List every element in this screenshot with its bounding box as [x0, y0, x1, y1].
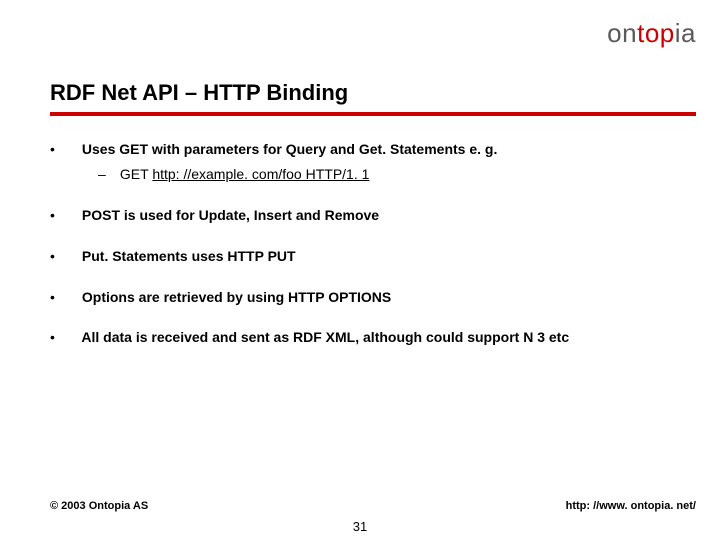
bullet-text: Uses GET with parameters for Query and G…	[82, 141, 497, 157]
logo-part-on: on	[607, 18, 637, 48]
bullet-text: POST is used for Update, Insert and Remo…	[82, 207, 379, 223]
footer-copyright: © 2003 Ontopia AS	[50, 500, 148, 512]
example-url-link[interactable]: http: //example. com/foo HTTP/1. 1	[152, 166, 369, 182]
slide-content: Uses GET with parameters for Query and G…	[50, 140, 680, 369]
brand-logo: ontopia	[607, 18, 696, 49]
title-divider	[50, 112, 696, 116]
bullet-item: Uses GET with parameters for Query and G…	[50, 140, 680, 184]
bullet-text: All data is received and sent as RDF XML…	[81, 329, 569, 345]
page-number: 31	[0, 519, 720, 534]
bullet-text: Options are retrieved by using HTTP OPTI…	[82, 289, 391, 305]
bullet-item: POST is used for Update, Insert and Remo…	[50, 206, 680, 225]
sub-prefix: GET	[120, 166, 152, 182]
bullet-text: Put. Statements uses HTTP PUT	[82, 248, 296, 264]
logo-part-ia: ia	[675, 18, 696, 48]
sub-bullet-list: GET http: //example. com/foo HTTP/1. 1	[98, 165, 680, 184]
slide-title: RDF Net API – HTTP Binding	[50, 80, 348, 106]
sub-bullet-item: GET http: //example. com/foo HTTP/1. 1	[98, 165, 680, 184]
bullet-item: Put. Statements uses HTTP PUT	[50, 247, 680, 266]
bullet-item: All data is received and sent as RDF XML…	[50, 328, 680, 347]
footer-url: http: //www. ontopia. net/	[566, 500, 696, 512]
bullet-item: Options are retrieved by using HTTP OPTI…	[50, 288, 680, 307]
logo-part-top: top	[637, 18, 675, 48]
bullet-list: Uses GET with parameters for Query and G…	[50, 140, 680, 347]
